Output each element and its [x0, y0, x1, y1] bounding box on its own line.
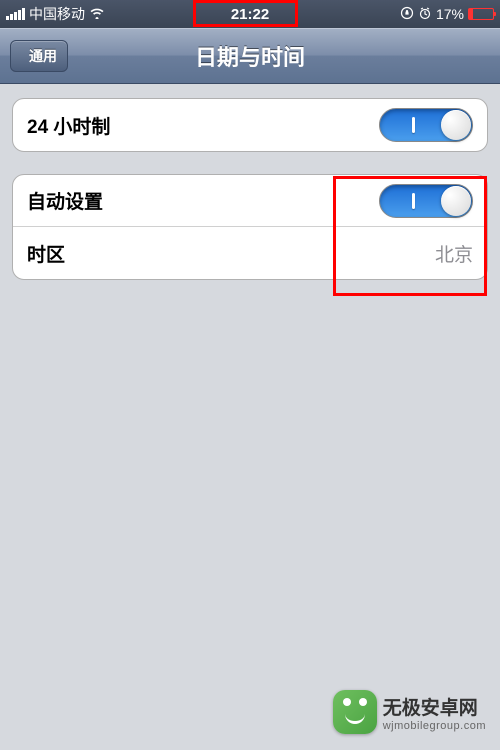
wifi-icon [89, 6, 105, 22]
status-bar: 中国移动 21:22 17% [0, 0, 500, 28]
status-right: 17% [400, 6, 494, 23]
content-area: 24 小时制 自动设置 时区 北京 [0, 84, 500, 316]
battery-percent: 17% [436, 6, 464, 22]
row-label: 24 小时制 [27, 112, 110, 139]
status-left: 中国移动 [6, 4, 105, 24]
row-auto-set: 自动设置 [13, 175, 487, 227]
battery-icon [468, 8, 494, 20]
watermark: 无极安卓网 wjmobilegroup.com [333, 690, 486, 734]
row-24hour: 24 小时制 [13, 99, 487, 151]
toggle-24hour[interactable] [379, 108, 473, 142]
watermark-logo-icon [333, 690, 377, 734]
row-label: 时区 [27, 240, 65, 267]
settings-group-2: 自动设置 时区 北京 [12, 174, 488, 280]
watermark-url: wjmobilegroup.com [383, 720, 486, 732]
row-value: 北京 [435, 240, 473, 267]
back-button[interactable]: 通用 [10, 40, 68, 72]
settings-group-1: 24 小时制 [12, 98, 488, 152]
carrier-label: 中国移动 [29, 4, 85, 24]
alarm-icon [418, 6, 432, 23]
watermark-text: 无极安卓网 wjmobilegroup.com [383, 693, 486, 732]
page-title: 日期与时间 [195, 40, 305, 72]
orientation-lock-icon [400, 6, 414, 23]
signal-icon [6, 8, 25, 20]
nav-bar: 通用 日期与时间 [0, 28, 500, 84]
status-time: 21:22 [231, 6, 269, 23]
toggle-auto-set[interactable] [379, 184, 473, 218]
watermark-title: 无极安卓网 [383, 693, 486, 720]
row-label: 自动设置 [27, 187, 103, 214]
row-timezone[interactable]: 时区 北京 [13, 227, 487, 279]
back-button-label: 通用 [29, 46, 57, 66]
